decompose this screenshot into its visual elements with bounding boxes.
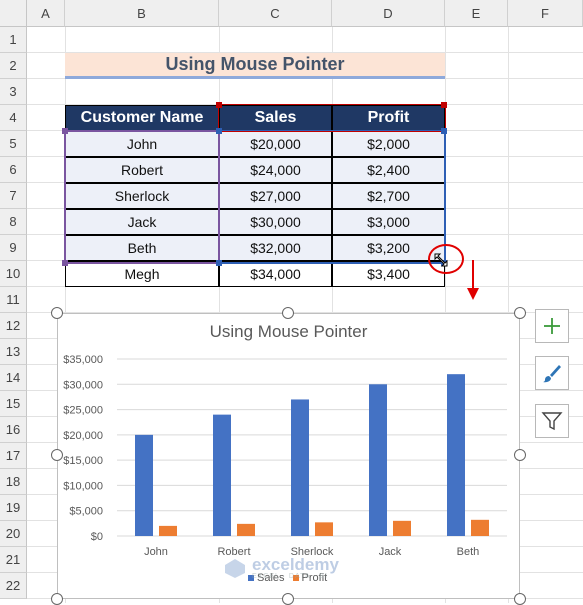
chart-resize-handle[interactable] <box>282 307 294 319</box>
column-header-d[interactable]: D <box>332 0 445 27</box>
plus-icon <box>544 318 560 334</box>
chart-resize-handle[interactable] <box>514 307 526 319</box>
row-header-22[interactable]: 22 <box>0 573 27 599</box>
bar-sales-jack[interactable] <box>369 384 387 536</box>
watermark: exceldemy EXCEL · DATA · BI <box>222 556 339 580</box>
row-header-14[interactable]: 14 <box>0 365 27 391</box>
bar-profit-john[interactable] <box>159 525 177 536</box>
bar-sales-robert[interactable] <box>213 414 231 536</box>
column-header-e[interactable]: E <box>445 0 508 27</box>
y-tick-label: $25,000 <box>63 405 103 417</box>
column-header-f[interactable]: F <box>508 0 583 27</box>
range-handle[interactable] <box>216 102 222 108</box>
watermark-brand: exceldemy <box>252 555 339 574</box>
x-tick-label: Beth <box>457 546 480 558</box>
header-range-selection[interactable] <box>218 104 446 132</box>
row-header-7[interactable]: 7 <box>0 183 27 209</box>
bar-sales-sherlock[interactable] <box>291 399 309 536</box>
chart-resize-handle[interactable] <box>51 307 63 319</box>
row-header-15[interactable]: 15 <box>0 391 27 417</box>
column-header-a[interactable]: A <box>27 0 65 27</box>
row-header-16[interactable]: 16 <box>0 417 27 443</box>
category-range-selection[interactable] <box>64 130 220 264</box>
row-header-11[interactable]: 11 <box>0 287 27 313</box>
table-cell-profit[interactable]: $3,400 <box>332 261 445 287</box>
row-header-1[interactable]: 1 <box>0 27 27 53</box>
row-header-13[interactable]: 13 <box>0 339 27 365</box>
row-header-2[interactable]: 2 <box>0 53 27 79</box>
range-handle[interactable] <box>216 128 222 134</box>
row-header-21[interactable]: 21 <box>0 547 27 573</box>
table-cell-sales[interactable]: $34,000 <box>219 261 332 287</box>
exceldemy-logo-icon <box>225 559 245 578</box>
row-header-20[interactable]: 20 <box>0 521 27 547</box>
row-header-3[interactable]: 3 <box>0 79 27 105</box>
watermark-tagline: EXCEL · DATA · BI <box>252 573 328 580</box>
row-header-8[interactable]: 8 <box>0 209 27 235</box>
range-handle[interactable] <box>62 128 68 134</box>
row-header-12[interactable]: 12 <box>0 313 27 339</box>
bar-profit-robert[interactable] <box>237 523 255 536</box>
range-handle[interactable] <box>441 128 447 134</box>
row-header-6[interactable]: 6 <box>0 157 27 183</box>
chart-elements-button[interactable] <box>535 309 569 343</box>
row-header-19[interactable]: 19 <box>0 495 27 521</box>
header-customer-name[interactable]: Customer Name <box>65 105 219 131</box>
sheet-title: Using Mouse Pointer <box>65 53 445 79</box>
row-header-5[interactable]: 5 <box>0 131 27 157</box>
y-tick-label: $20,000 <box>63 430 103 442</box>
chart-styles-button[interactable] <box>535 356 569 390</box>
row-header-10[interactable]: 10 <box>0 261 27 287</box>
range-handle[interactable] <box>441 102 447 108</box>
bar-profit-sherlock[interactable] <box>315 522 333 536</box>
y-tick-label: $5,000 <box>69 506 103 518</box>
filter-icon <box>541 412 563 431</box>
column-header-c[interactable]: C <box>219 0 332 27</box>
resize-cursor-icon <box>434 253 448 267</box>
chart-resize-handle[interactable] <box>514 593 526 605</box>
down-arrow-icon <box>467 260 479 300</box>
row-header-4[interactable]: 4 <box>0 105 27 131</box>
x-tick-label: John <box>144 546 168 558</box>
y-tick-label: $35,000 <box>63 354 103 366</box>
bar-profit-jack[interactable] <box>393 520 411 536</box>
range-handle[interactable] <box>216 260 222 266</box>
chart-resize-handle[interactable] <box>282 593 294 605</box>
select-all-corner[interactable] <box>0 0 27 27</box>
range-handle[interactable] <box>62 260 68 266</box>
sales-range-selection[interactable] <box>218 130 446 264</box>
row-header-9[interactable]: 9 <box>0 235 27 261</box>
chart-filters-button[interactable] <box>535 404 569 438</box>
brush-icon <box>543 365 561 383</box>
chart-resize-handle[interactable] <box>51 593 63 605</box>
x-tick-label: Jack <box>379 546 402 558</box>
y-tick-label: $15,000 <box>63 455 103 467</box>
y-tick-label: $10,000 <box>63 480 103 492</box>
row-header-18[interactable]: 18 <box>0 469 27 495</box>
bar-sales-john[interactable] <box>135 434 153 536</box>
column-header-b[interactable]: B <box>65 0 219 27</box>
bar-sales-beth[interactable] <box>447 374 465 536</box>
table-cell-name[interactable]: Megh <box>65 261 219 287</box>
y-tick-label: $0 <box>91 531 103 543</box>
chart-resize-handle[interactable] <box>514 449 526 461</box>
y-tick-label: $30,000 <box>63 379 103 391</box>
bar-profit-beth[interactable] <box>471 519 489 536</box>
row-header-17[interactable]: 17 <box>0 443 27 469</box>
chart-resize-handle[interactable] <box>51 449 63 461</box>
